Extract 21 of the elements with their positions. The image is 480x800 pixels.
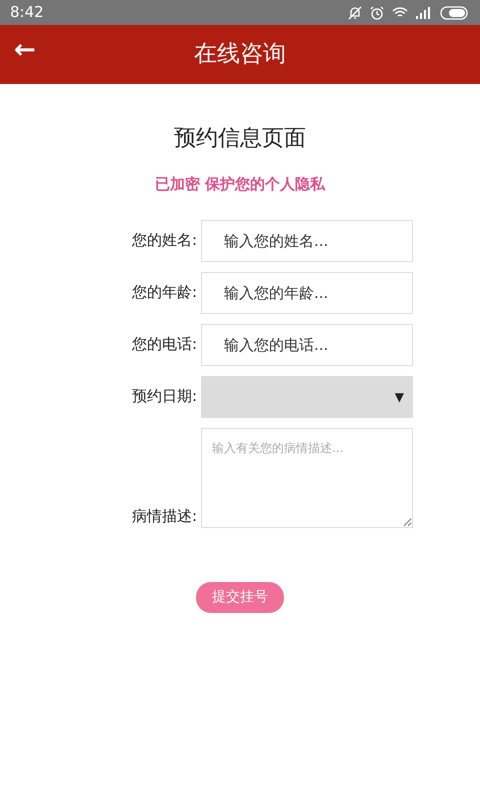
caret-icon: ▼ bbox=[394, 388, 404, 406]
header-title: 在线咨询 bbox=[194, 40, 286, 70]
input-field[interactable]: 输入您的电话... bbox=[201, 324, 413, 366]
input-field[interactable]: 输入您的姓名... bbox=[201, 220, 413, 262]
field-label: 您的年龄: bbox=[130, 282, 197, 304]
privacy-notice: 已加密 保护您的个人隐私 bbox=[154, 174, 326, 195]
page-title: 预约信息页面 bbox=[174, 125, 306, 153]
field-label: 您的电话: bbox=[130, 334, 197, 356]
input-field[interactable]: 输入您的年龄... bbox=[201, 272, 413, 314]
battery-icon bbox=[440, 6, 470, 20]
wifi-icon bbox=[392, 6, 408, 19]
status-time: 8:42 bbox=[10, 2, 44, 24]
description-field[interactable]: 输入有关您的病情描述... bbox=[201, 428, 413, 528]
field-label: 您的姓名: bbox=[130, 230, 197, 252]
field-label: 预约日期: bbox=[130, 386, 197, 408]
bell-off-icon bbox=[348, 6, 362, 20]
signal-icon bbox=[416, 6, 432, 18]
back-button[interactable]: ← bbox=[14, 37, 36, 63]
alarm-icon bbox=[370, 6, 384, 20]
date-dropdown[interactable]: ▼ bbox=[201, 376, 413, 418]
field-label: 病情描述: bbox=[130, 506, 197, 527]
